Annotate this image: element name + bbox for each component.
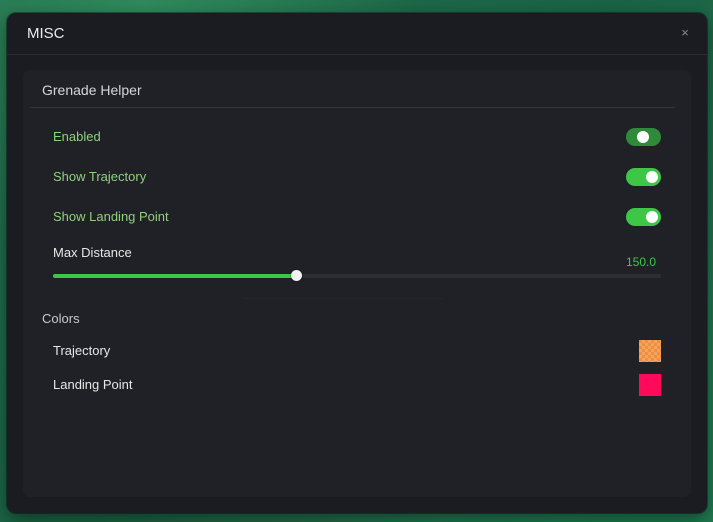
max-distance-value: 150.0 <box>626 255 657 269</box>
trajectory-color-swatch[interactable] <box>639 340 661 362</box>
toggle-knob <box>646 211 658 223</box>
toggle-knob <box>637 131 649 143</box>
section-title-colors: Colors <box>42 311 80 326</box>
show-landing-point-label: Show Landing Point <box>53 209 169 224</box>
subtle-divider <box>243 298 443 299</box>
enabled-label: Enabled <box>53 129 101 144</box>
grenade-helper-panel: Grenade Helper Enabled Show Trajectory S… <box>23 70 691 497</box>
section-divider <box>30 107 675 108</box>
show-trajectory-label: Show Trajectory <box>53 169 147 184</box>
slider-thumb[interactable] <box>291 270 302 281</box>
max-distance-slider[interactable] <box>53 270 661 281</box>
toggle-knob <box>646 171 658 183</box>
window-titlebar[interactable]: MISC × <box>7 13 707 55</box>
max-distance-label: Max Distance <box>53 245 132 260</box>
misc-window: MISC × Grenade Helper Enabled Show Traje… <box>7 13 707 513</box>
trajectory-color-label: Trajectory <box>53 343 111 358</box>
landing-point-color-label: Landing Point <box>53 377 133 392</box>
window-title: MISC <box>27 25 65 42</box>
section-title-grenade-helper: Grenade Helper <box>42 82 142 98</box>
close-icon[interactable]: × <box>677 25 693 41</box>
enabled-toggle[interactable] <box>626 128 661 146</box>
show-landing-point-toggle[interactable] <box>626 208 661 226</box>
show-trajectory-toggle[interactable] <box>626 168 661 186</box>
slider-fill <box>53 274 296 278</box>
landing-point-color-swatch[interactable] <box>639 374 661 396</box>
